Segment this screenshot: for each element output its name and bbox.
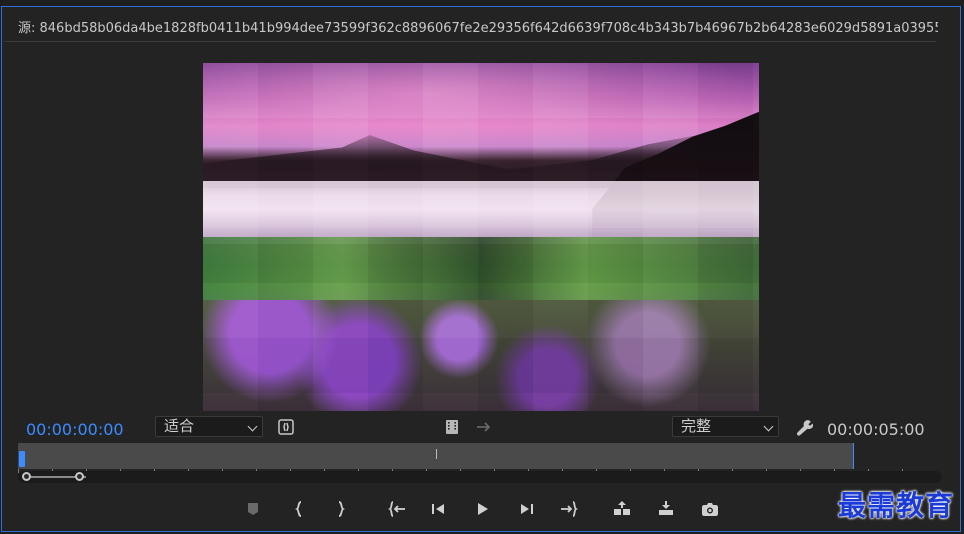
play-icon[interactable] [471,499,493,519]
step-forward-icon[interactable] [516,499,538,519]
panel-title: 源: 846bd58b06da4be1828fb0411b41b994dee73… [18,21,938,36]
zoom-scrollbar[interactable] [18,471,942,483]
zoom-scrollbar-right-handle[interactable] [75,472,84,481]
current-timecode[interactable]: 00:00:00:00 [26,420,124,439]
playhead[interactable] [19,451,25,467]
arrow-icon [475,418,493,436]
chevron-down-icon [763,421,774,432]
playback-resolution-value: 完整 [681,417,712,435]
out-point-line [853,443,854,469]
watermark: 最需教育 [838,489,955,522]
title-divider [4,41,936,42]
playback-resolution-select[interactable]: 完整 [672,416,779,437]
video-preview[interactable] [203,63,759,411]
go-to-in-icon[interactable] [386,499,408,519]
go-to-out-icon[interactable] [558,499,580,519]
marker-icon[interactable] [242,499,264,519]
transport-controls [2,497,962,521]
bracket-icon[interactable] [277,418,295,436]
center-marker [436,449,437,459]
mark-in-icon[interactable] [289,499,311,519]
source-monitor-panel: 源: 846bd58b06da4be1828fb0411b41b994dee73… [1,6,961,532]
zoom-level-select[interactable]: 适合 [155,416,263,437]
zoom-level-value: 适合 [164,417,195,435]
camera-icon[interactable] [699,499,721,519]
duration-timecode: 00:00:05:00 [827,420,925,439]
wrench-icon[interactable] [795,418,813,436]
overwrite-icon[interactable] [655,499,677,519]
insert-icon[interactable] [611,499,633,519]
step-back-icon[interactable] [427,499,449,519]
mark-out-icon[interactable] [329,499,351,519]
zoom-scrollbar-left-handle[interactable] [22,472,31,481]
monitor-controls-row: 00:00:00:00 适合 完整 00:00:05:00 [2,413,962,441]
time-ruler-bar[interactable] [18,443,854,469]
film-icon[interactable] [443,418,461,436]
preview-pixelation [203,63,759,411]
chevron-down-icon [247,421,258,432]
